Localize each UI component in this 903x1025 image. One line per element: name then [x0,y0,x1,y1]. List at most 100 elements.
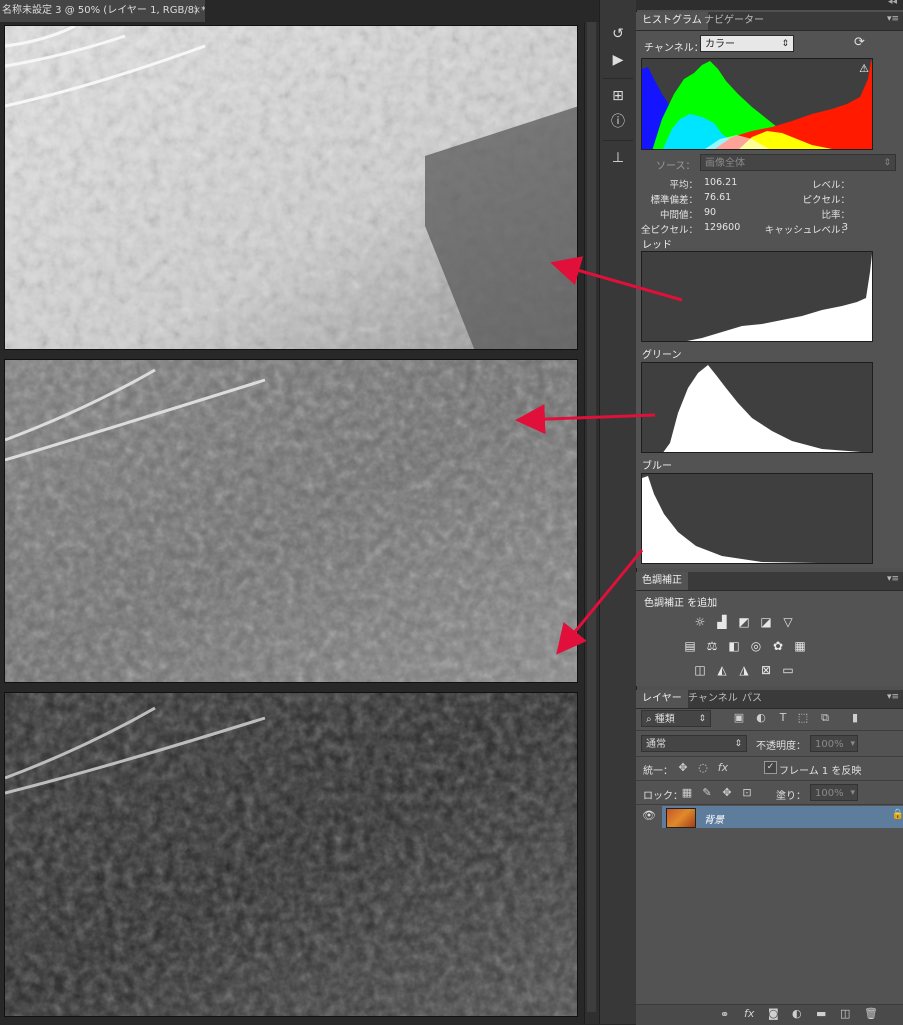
threshold-icon[interactable]: ◮ [736,662,752,678]
fill-field[interactable]: 100% ▾ [810,784,858,801]
photo-filter-icon[interactable]: ◎ [748,638,764,654]
tab-adjustments[interactable]: 色調補正 [636,572,688,590]
layer-filter-select[interactable]: ⌕ 種類 ⇕ [641,710,711,727]
new-group-icon[interactable]: ▬ [816,1007,826,1020]
history-icon[interactable]: ↺ [608,24,628,44]
lock-image-icon[interactable]: ✎ [700,786,714,799]
channel-select[interactable]: カラー ⇕ [700,35,794,52]
dock-collapse-bar[interactable]: ◂◂ [636,0,903,10]
info-icon[interactable]: ⓘ [608,112,628,132]
tab-histogram[interactable]: ヒストグラム [636,12,708,30]
curves-icon[interactable]: ◩ [736,614,752,630]
properties-icon[interactable]: ⊞ [608,86,628,106]
layer-row-background[interactable]: 背景 🔒 [662,806,903,828]
layers-bottom-bar: ⚭ fx ◙ ◐ ▬ ◫ 🗑 [636,1004,903,1025]
stat-std-value: 76.61 [704,192,732,203]
delete-layer-icon[interactable]: 🗑 [864,1007,878,1020]
refresh-icon[interactable]: ⟳ [854,35,865,50]
scroll-thumb[interactable] [587,22,596,1012]
unify-label: 統一： [643,766,673,777]
vibrance-icon[interactable]: ▽ [780,614,796,630]
chevron-down-icon: ▾ [850,739,855,749]
histogram-panel: ヒストグラム ナビゲーター ▾≡ チャンネル： カラー ⇕ ⟳ ⚠ ソース： 画像… [636,12,903,568]
tab-paths[interactable]: パス [736,690,768,708]
add-mask-icon[interactable]: ◙ [768,1007,779,1020]
adjustments-title: 色調補正 を追加 [644,598,718,609]
source-label: ソース： [656,161,696,172]
new-adjustment-layer-icon[interactable]: ◐ [792,1007,802,1020]
levels-icon[interactable]: ▟ [714,614,730,630]
document-title: 名称未設定 3 @ 50% (レイヤー 1, RGB/8) * [2,5,205,16]
photo-green-channel [4,359,578,683]
stat-level-label: レベル： [811,180,850,191]
opacity-label: 不透明度： [756,741,806,752]
stat-median-label: 中間値： [659,210,698,221]
layers-panel: レイヤー チャンネル パス ▾≡ ⌕ 種類 ⇕ ▣ ◐ T ⬚ ⧉ ▮ 通常 ⇕ 不… [636,690,903,1025]
add-layer-style-icon[interactable]: fx [744,1007,754,1020]
blue-channel-label: ブルー [642,461,672,472]
stat-pixels-label: 全ピクセル： [640,225,698,236]
blend-mode-select[interactable]: 通常 ⇕ [641,735,747,752]
visibility-eye-icon[interactable]: 👁 [642,809,658,822]
link-layers-icon[interactable]: ⚭ [720,1008,729,1021]
lock-label: ロック： [643,791,683,802]
selective-color-icon[interactable]: ⊠ [758,662,774,678]
color-lookup-icon[interactable]: ▦ [792,638,808,654]
lock-position-icon[interactable]: ✥ [720,786,734,799]
posterize-icon[interactable]: ◭ [714,662,730,678]
tab-navigator[interactable]: ナビゲーター [698,12,770,30]
red-histogram [641,251,873,342]
layer-lock-icon: 🔒 [891,809,903,820]
close-tab-icon[interactable]: × [193,0,201,22]
green-histogram [641,362,873,453]
brightness-contrast-icon[interactable]: ☼ [692,614,708,630]
panel-menu-icon[interactable]: ▾≡ [887,14,899,24]
unify-style-icon[interactable]: fx [716,761,730,774]
stat-std-label: 標準偏差： [650,195,698,206]
lock-transparent-icon[interactable]: ▦ [680,786,694,799]
chevron-updown-icon: ⇕ [734,739,742,749]
photo-red-channel [4,25,578,350]
chevron-down-icon: ▾ [850,788,855,798]
filter-adjustment-icon[interactable]: ◐ [754,711,768,724]
canvas-area[interactable] [0,22,598,1024]
unify-position-icon[interactable]: ✥ [676,761,690,774]
unify-visibility-icon[interactable]: ◌ [696,761,710,774]
opacity-field[interactable]: 100% ▾ [810,735,858,752]
document-tab[interactable]: 名称未設定 3 @ 50% (レイヤー 1, RGB/8) * × [0,0,205,22]
color-balance-icon[interactable]: ⚖ [704,638,720,654]
filter-type-icon[interactable]: T [776,711,790,724]
panel-menu-icon[interactable]: ▾≡ [887,574,899,584]
stat-cache-value: 3 [842,222,849,233]
panel-menu-icon[interactable]: ▾≡ [887,692,899,702]
propagate-frame-label: フレーム 1 を反映 [779,766,862,777]
filter-pixel-icon[interactable]: ▣ [732,711,746,724]
invert-icon[interactable]: ◫ [692,662,708,678]
lock-all-icon[interactable]: ⊡ [740,786,754,799]
filter-shape-icon[interactable]: ⬚ [796,711,810,724]
exposure-icon[interactable]: ◪ [758,614,774,630]
tab-channels[interactable]: チャンネル [682,690,744,708]
propagate-frame-checkbox[interactable]: ✓ [764,761,777,774]
source-select[interactable]: 画像全体 ⇕ [700,154,896,171]
hue-saturation-icon[interactable]: ▤ [682,638,698,654]
panel-icon-strip: ↺ ▶ ⊞ ⓘ ⊥ [599,0,636,1024]
gradient-map-icon[interactable]: ▭ [780,662,796,678]
chevron-updown-icon: ⇕ [883,158,891,168]
layer-name: 背景 [704,815,724,826]
clone-source-icon[interactable]: ⊥ [608,148,628,168]
channel-mixer-icon[interactable]: ✿ [770,638,786,654]
new-layer-icon[interactable]: ◫ [840,1007,850,1020]
stat-cache-label: キャッシュレベル： [764,225,850,236]
black-white-icon[interactable]: ◧ [726,638,742,654]
filter-smart-object-icon[interactable]: ⧉ [818,711,832,725]
adjustments-panel: 色調補正 ▾≡ 色調補正 を追加 ☼ ▟ ◩ ◪ ▽ ▤ ⚖ ◧ ◎ ✿ ▦ ◫… [636,572,903,686]
fill-label: 塗り： [776,791,806,802]
canvas-vertical-scrollbar[interactable] [584,22,599,1024]
actions-play-icon[interactable]: ▶ [608,50,628,70]
layer-thumbnail [666,808,696,828]
tab-layers[interactable]: レイヤー [636,690,688,708]
collapse-icon[interactable]: ◂◂ [888,0,897,7]
cache-warning-icon[interactable]: ⚠ [859,62,869,75]
filter-toggle-icon[interactable]: ▮ [848,711,862,724]
